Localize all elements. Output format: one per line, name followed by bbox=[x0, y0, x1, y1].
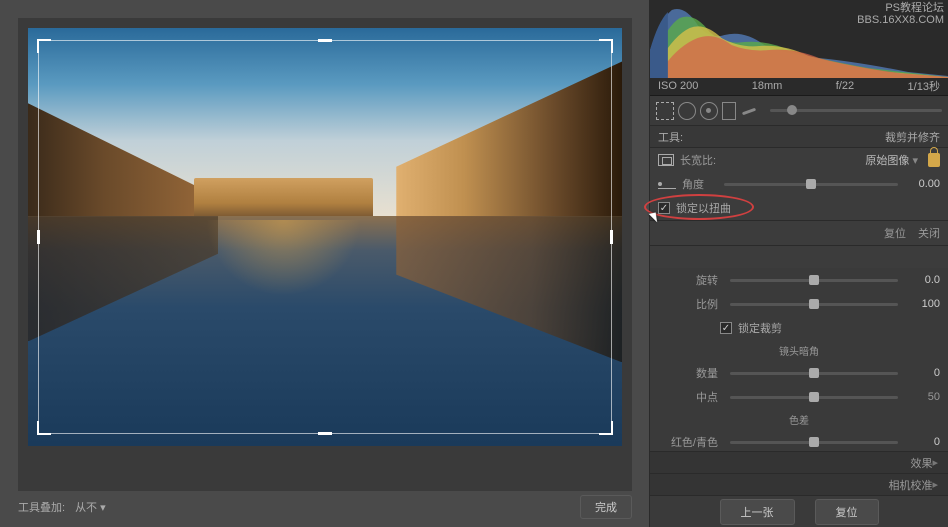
panel-scroll-area: 旋转 0.0 比例 100 锁定裁剪 镜头暗角 数量 0 中点 50 色差 红色… bbox=[650, 268, 948, 482]
done-button[interactable]: 完成 bbox=[580, 495, 632, 519]
lock-warp-checkbox[interactable] bbox=[658, 202, 670, 214]
overlay-mode-dropdown[interactable]: 从不 ▾ bbox=[75, 499, 106, 515]
right-panel: ISO 200 18mm f/22 1/13秒 工具: 裁剪并修齐 长宽比: 原… bbox=[649, 0, 948, 527]
crop-actions: 复位 关闭 bbox=[650, 220, 948, 246]
tool-overlay-label: 工具叠加: bbox=[18, 499, 65, 515]
aspect-icon[interactable] bbox=[658, 154, 674, 166]
close-button[interactable]: 关闭 bbox=[918, 225, 940, 241]
tool-size-slider[interactable] bbox=[770, 109, 942, 112]
vignette-midpoint-row: 中点 50 bbox=[650, 385, 948, 409]
angle-value: 0.00 bbox=[910, 178, 940, 190]
canvas-wrapper bbox=[18, 18, 632, 491]
scale-slider[interactable] bbox=[730, 303, 898, 306]
main-canvas-area: 工具叠加: 从不 ▾ 完成 bbox=[0, 0, 649, 527]
reset-button[interactable]: 复位 bbox=[884, 225, 906, 241]
lock-warp-row: 锁定以扭曲 bbox=[650, 196, 948, 220]
scale-row: 比例 100 bbox=[650, 292, 948, 316]
tool-strip bbox=[650, 96, 948, 126]
hist-focal: 18mm bbox=[752, 80, 783, 92]
vignette-amount-slider[interactable] bbox=[730, 372, 898, 375]
angle-slider[interactable] bbox=[724, 183, 898, 186]
angle-row: 角度 0.00 bbox=[650, 172, 948, 196]
aspect-row: 长宽比: 原始图像 bbox=[650, 148, 948, 172]
camera-cal-panel-header[interactable]: 相机校准 bbox=[650, 473, 948, 495]
hist-shutter: 1/13秒 bbox=[908, 78, 940, 94]
hist-aperture: f/22 bbox=[836, 80, 854, 92]
tool-section-header: 工具: 裁剪并修齐 bbox=[650, 126, 948, 148]
lock-crop-checkbox[interactable] bbox=[720, 322, 732, 334]
photo-preview[interactable] bbox=[28, 28, 622, 446]
vignette-header: 镜头暗角 bbox=[650, 340, 948, 361]
redeye-tool-icon[interactable] bbox=[700, 102, 718, 120]
watermark: PS教程论坛 BBS.16XX8.COM bbox=[857, 2, 944, 26]
aspect-dropdown[interactable]: 原始图像 bbox=[722, 152, 918, 168]
lock-crop-row: 锁定裁剪 bbox=[650, 316, 948, 340]
vignette-midpoint-slider[interactable] bbox=[730, 396, 898, 399]
lock-warp-label: 锁定以扭曲 bbox=[676, 200, 731, 216]
prev-button[interactable]: 上一张 bbox=[720, 499, 795, 525]
vignette-amount-row: 数量 0 bbox=[650, 361, 948, 385]
aspect-lock-icon[interactable] bbox=[928, 153, 940, 167]
nav-reset-button[interactable]: 复位 bbox=[815, 499, 879, 525]
rotation-row: 旋转 0.0 bbox=[650, 268, 948, 292]
rotation-slider[interactable] bbox=[730, 279, 898, 282]
red-cyan-slider[interactable] bbox=[730, 441, 898, 444]
brush-tool-icon[interactable] bbox=[740, 102, 758, 120]
nav-row: 上一张 复位 bbox=[650, 495, 948, 527]
hist-iso: ISO 200 bbox=[658, 80, 698, 92]
gradient-tool-icon[interactable] bbox=[722, 102, 736, 120]
spot-tool-icon[interactable] bbox=[678, 102, 696, 120]
effects-panel-header[interactable]: 效果 bbox=[650, 451, 948, 473]
bottom-toolbar: 工具叠加: 从不 ▾ 完成 bbox=[18, 493, 632, 521]
chromatic-header: 色差 bbox=[650, 409, 948, 430]
angle-icon[interactable] bbox=[658, 179, 676, 189]
crop-tool-icon[interactable] bbox=[656, 102, 674, 120]
